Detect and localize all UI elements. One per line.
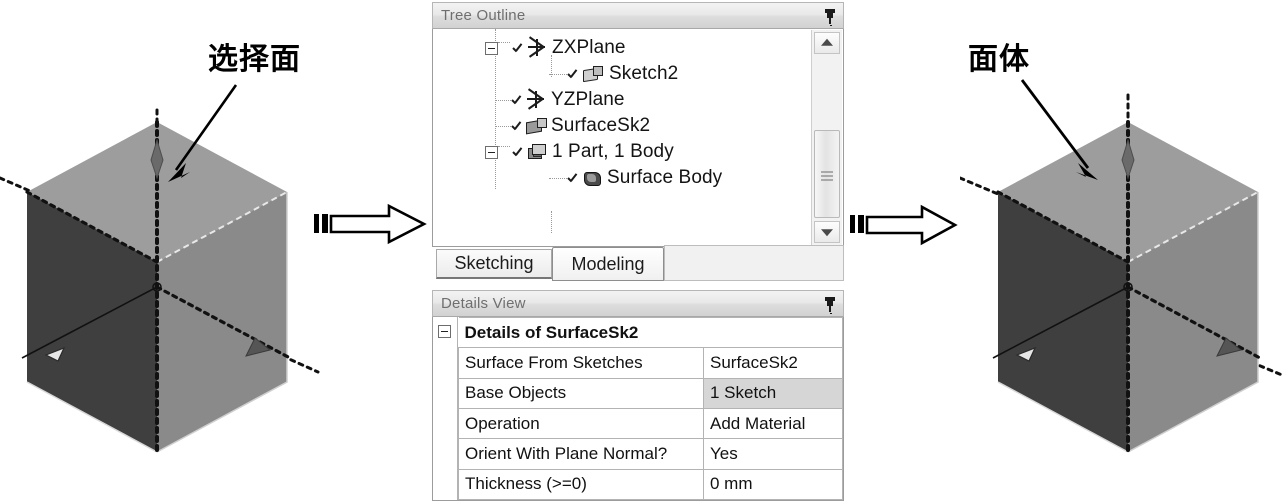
tree-item-label: 1 Part, 1 Body bbox=[552, 141, 674, 163]
left-annotation-text: 选择面 bbox=[208, 45, 301, 75]
details-row-value[interactable]: 1 Sketch bbox=[704, 378, 843, 408]
details-row-key: Orient With Plane Normal? bbox=[459, 439, 704, 469]
expander-minus-icon[interactable] bbox=[485, 146, 498, 159]
tree-item-label: SurfaceSk2 bbox=[551, 115, 650, 137]
tab-modeling[interactable]: Modeling bbox=[552, 247, 664, 281]
scroll-thumb[interactable] bbox=[814, 130, 840, 218]
tree-guide-line bbox=[549, 178, 567, 179]
tree-outline-body[interactable]: ZXPlane Sketch2 YZPlane bbox=[432, 29, 844, 247]
pin-icon[interactable] bbox=[823, 296, 837, 312]
tab-sketching[interactable]: Sketching bbox=[436, 249, 552, 279]
tree-outline-title: Tree Outline bbox=[441, 7, 823, 24]
details-view-body: Details of SurfaceSk2 Surface From Sketc… bbox=[432, 317, 844, 501]
checkmark-icon bbox=[512, 145, 526, 159]
surface-sketch-icon bbox=[526, 117, 546, 135]
expander-minus-icon[interactable] bbox=[438, 325, 451, 338]
checkmark-icon bbox=[567, 171, 581, 185]
checkmark-icon bbox=[567, 67, 581, 81]
details-row-key: Operation bbox=[459, 408, 704, 438]
transition-arrow-1 bbox=[314, 203, 430, 249]
table-row[interactable]: Thickness (>=0) 0 mm bbox=[459, 469, 843, 499]
grip-icon bbox=[821, 169, 833, 180]
scroll-down-arrow-icon[interactable] bbox=[814, 221, 840, 243]
tree-item-yzplane[interactable]: YZPlane bbox=[485, 87, 625, 113]
details-row-value[interactable]: SurfaceSk2 bbox=[704, 348, 843, 378]
details-group-header: Details of SurfaceSk2 bbox=[459, 318, 843, 348]
tree-guide-line bbox=[498, 42, 510, 43]
details-view-panel: Details View Details of SurfaceSk2 Surfa… bbox=[432, 290, 844, 501]
tree-item-label: Sketch2 bbox=[609, 63, 678, 85]
pin-icon[interactable] bbox=[823, 8, 837, 24]
table-row[interactable]: Operation Add Material bbox=[459, 408, 843, 438]
part-body-icon bbox=[527, 143, 547, 161]
tree-item-label: Surface Body bbox=[607, 167, 722, 189]
tab-label: Sketching bbox=[454, 253, 533, 274]
sketch-icon bbox=[582, 65, 604, 83]
tree-guide-line bbox=[495, 126, 511, 127]
transition-arrow-2 bbox=[850, 203, 960, 249]
scroll-up-arrow-icon[interactable] bbox=[814, 32, 840, 54]
tree-item-sketch2[interactable]: Sketch2 bbox=[541, 61, 678, 87]
table-row[interactable]: Base Objects 1 Sketch bbox=[459, 378, 843, 408]
tree-item-part-body[interactable]: 1 Part, 1 Body bbox=[485, 139, 674, 165]
tree-guide-line bbox=[551, 211, 552, 233]
tree-outline-titlebar: Tree Outline bbox=[432, 2, 844, 29]
tree-guide-line bbox=[495, 100, 511, 101]
details-table: Details of SurfaceSk2 Surface From Sketc… bbox=[458, 317, 843, 500]
table-row[interactable]: Surface From Sketches SurfaceSk2 bbox=[459, 348, 843, 378]
details-row-value[interactable]: 0 mm bbox=[704, 469, 843, 499]
checkmark-icon bbox=[511, 93, 525, 107]
checkmark-icon bbox=[511, 119, 525, 133]
details-row-key: Thickness (>=0) bbox=[459, 469, 704, 499]
tree-panel-tabs: Sketching Modeling bbox=[432, 245, 844, 283]
right-annotation-text: 面体 bbox=[968, 45, 1030, 75]
surface-body-icon bbox=[582, 169, 602, 187]
tab-strip-filler bbox=[664, 245, 844, 281]
tree-item-label: YZPlane bbox=[551, 89, 625, 111]
tree-outline-panel: Tree Outline ZXPlane bbox=[432, 2, 844, 283]
details-row-key: Surface From Sketches bbox=[459, 348, 704, 378]
details-group-header-row: Details of SurfaceSk2 bbox=[459, 318, 843, 348]
table-row[interactable]: Orient With Plane Normal? Yes bbox=[459, 439, 843, 469]
tree-items-container: ZXPlane Sketch2 YZPlane bbox=[433, 29, 811, 246]
tree-item-label: ZXPlane bbox=[552, 37, 626, 59]
details-view-titlebar: Details View bbox=[432, 290, 844, 317]
plane-icon bbox=[526, 91, 546, 109]
details-row-value[interactable]: Yes bbox=[704, 439, 843, 469]
tree-item-zxplane[interactable]: ZXPlane bbox=[485, 35, 626, 61]
tree-vertical-scrollbar[interactable] bbox=[811, 30, 842, 245]
tab-label: Modeling bbox=[571, 254, 644, 275]
details-row-value[interactable]: Add Material bbox=[704, 408, 843, 438]
tree-item-surfacesk2[interactable]: SurfaceSk2 bbox=[485, 113, 650, 139]
details-gutter bbox=[433, 317, 458, 500]
checkmark-icon bbox=[512, 41, 526, 55]
expander-minus-icon[interactable] bbox=[485, 42, 498, 55]
tree-guide-line bbox=[549, 74, 567, 75]
plane-icon bbox=[527, 39, 547, 57]
tree-guide-line bbox=[498, 146, 510, 147]
tree-item-surface-body[interactable]: Surface Body bbox=[541, 165, 722, 191]
details-view-title: Details View bbox=[441, 295, 823, 312]
figure-canvas: 选择面 Tree Outline ZXPlane bbox=[0, 0, 1287, 501]
details-row-key: Base Objects bbox=[459, 378, 704, 408]
